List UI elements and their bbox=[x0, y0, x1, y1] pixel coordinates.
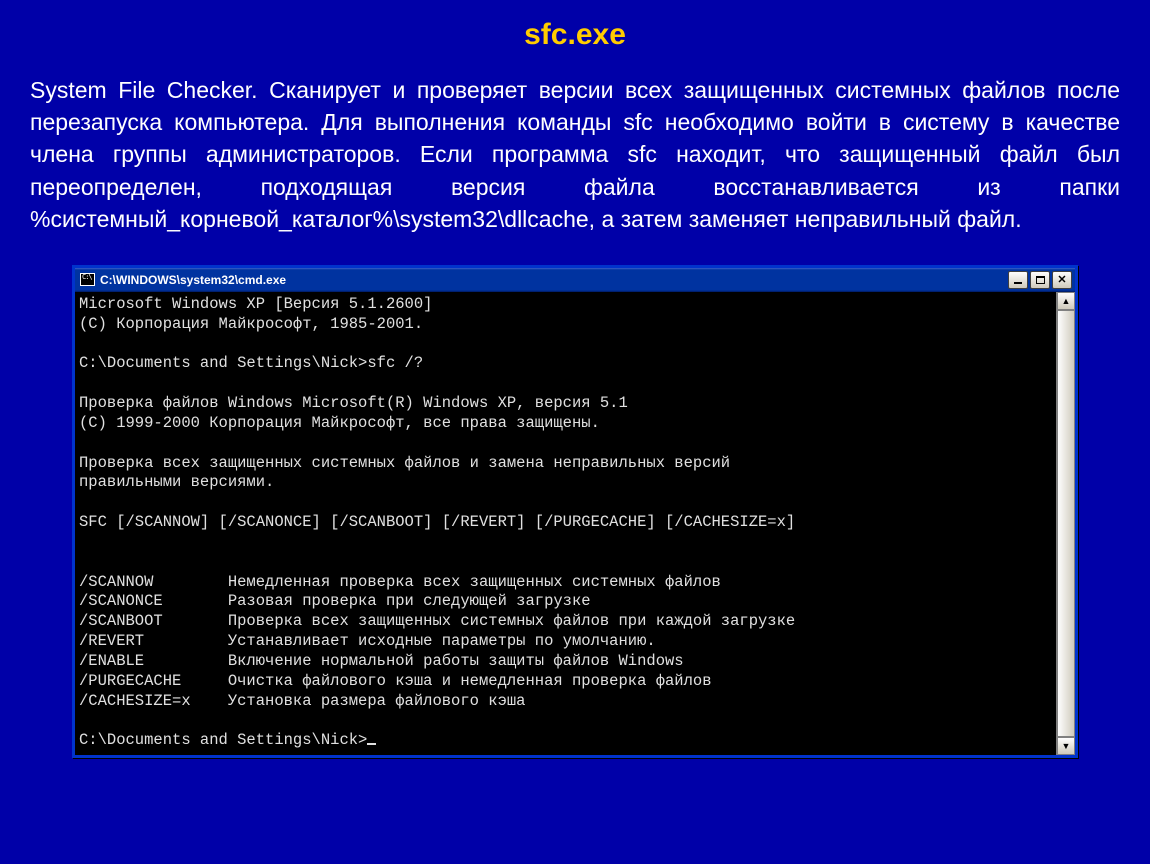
scroll-track[interactable] bbox=[1057, 310, 1075, 737]
scrollbar[interactable]: ▲ ▼ bbox=[1056, 292, 1075, 755]
console-line: C:\Documents and Settings\Nick>sfc /? bbox=[79, 354, 423, 372]
console-line: Проверка файлов Windows Microsoft(R) Win… bbox=[79, 394, 628, 412]
console-line: /ENABLE Включение нормальной работы защи… bbox=[79, 652, 684, 670]
console-output[interactable]: Microsoft Windows XP [Версия 5.1.2600] (… bbox=[75, 292, 1056, 755]
console-line: (С) Корпорация Майкрософт, 1985-2001. bbox=[79, 315, 423, 333]
scroll-thumb[interactable] bbox=[1057, 310, 1075, 737]
console-line: (C) 1999-2000 Корпорация Майкрософт, все… bbox=[79, 414, 600, 432]
window-controls bbox=[1008, 271, 1072, 289]
console-line: /SCANONCE Разовая проверка при следующей… bbox=[79, 592, 591, 610]
console-line: Проверка всех защищенных системных файло… bbox=[79, 454, 730, 472]
console-line: /SCANNOW Немедленная проверка всех защищ… bbox=[79, 573, 721, 591]
console-container: Microsoft Windows XP [Версия 5.1.2600] (… bbox=[75, 292, 1075, 755]
minimize-button[interactable] bbox=[1008, 271, 1028, 289]
slide: sfc.exe System File Checker. Сканирует и… bbox=[0, 0, 1150, 864]
console-prompt: C:\Documents and Settings\Nick> bbox=[79, 731, 367, 749]
cmd-icon bbox=[80, 273, 95, 286]
window-titlebar[interactable]: C:\WINDOWS\system32\cmd.exe bbox=[75, 268, 1075, 292]
scroll-down-button[interactable]: ▼ bbox=[1057, 737, 1075, 755]
slide-description: System File Checker. Сканирует и проверя… bbox=[30, 74, 1120, 235]
close-button[interactable] bbox=[1052, 271, 1072, 289]
console-line: /SCANBOOT Проверка всех защищенных систе… bbox=[79, 612, 795, 630]
maximize-button[interactable] bbox=[1030, 271, 1050, 289]
cursor-icon bbox=[367, 743, 376, 745]
scroll-up-button[interactable]: ▲ bbox=[1057, 292, 1075, 310]
console-line: Microsoft Windows XP [Версия 5.1.2600] bbox=[79, 295, 432, 313]
slide-title: sfc.exe bbox=[30, 18, 1120, 52]
console-line: правильными версиями. bbox=[79, 473, 274, 491]
cmd-window: C:\WINDOWS\system32\cmd.exe Microsoft Wi… bbox=[72, 265, 1078, 758]
console-line: SFC [/SCANNOW] [/SCANONCE] [/SCANBOOT] [… bbox=[79, 513, 795, 531]
console-line: /REVERT Устанавливает исходные параметры… bbox=[79, 632, 656, 650]
console-line: /PURGECACHE Очистка файлового кэша и нем… bbox=[79, 672, 712, 690]
window-title-text: C:\WINDOWS\system32\cmd.exe bbox=[100, 273, 1008, 287]
console-line: /CACHESIZE=x Установка размера файлового… bbox=[79, 692, 525, 710]
